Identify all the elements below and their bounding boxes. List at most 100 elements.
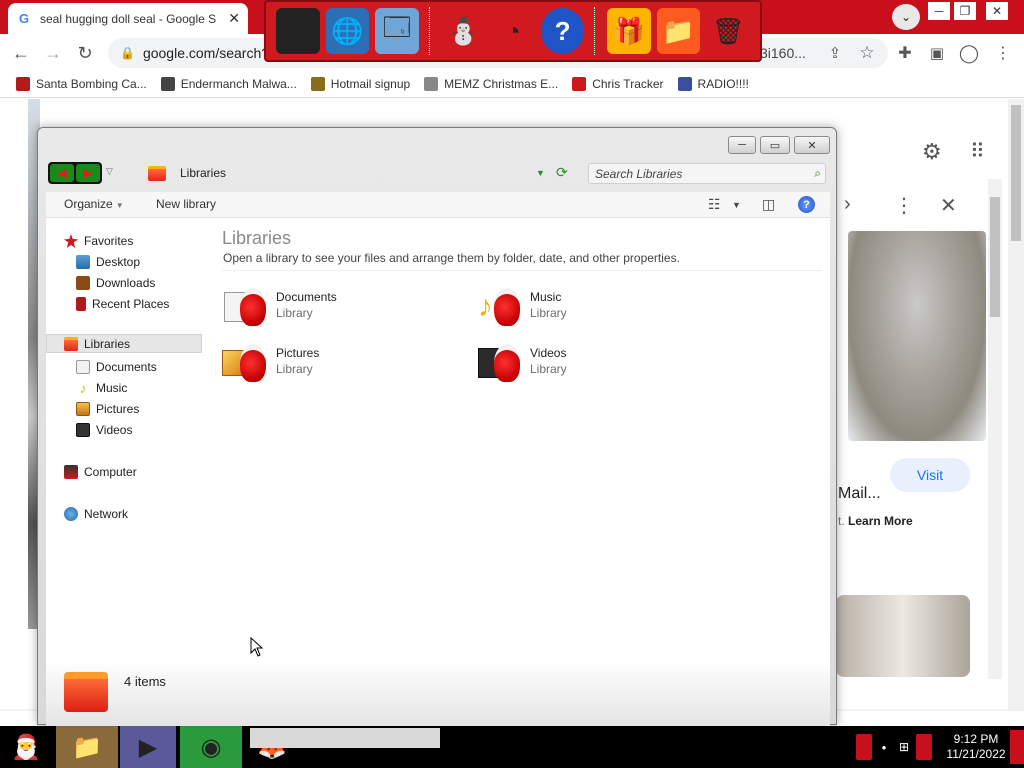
bookmark-label: Chris Tracker — [592, 76, 664, 91]
show-desktop-button[interactable] — [1010, 730, 1024, 764]
view-options-dropdown-icon[interactable]: ▼ — [732, 200, 741, 210]
volume-icon[interactable] — [916, 734, 932, 760]
explorer-minimize-icon[interactable]: ─ — [728, 136, 756, 154]
related-images[interactable] — [836, 595, 970, 677]
nav-network[interactable]: Network — [64, 507, 128, 521]
tab-search-dropdown-icon[interactable]: ⌄ — [892, 4, 920, 30]
nav-videos[interactable]: Videos — [76, 423, 132, 437]
taskbar-chrome-icon[interactable]: ◉ — [180, 726, 242, 768]
bookmark-memz-christmas[interactable]: MEMZ Christmas E... — [424, 76, 558, 91]
tray-red-icon[interactable] — [856, 734, 872, 760]
address-breadcrumb[interactable]: Libraries — [146, 162, 578, 184]
folder-icon[interactable]: 📁 — [656, 8, 701, 54]
navigation-pane: Favorites Desktop Downloads Recent Place… — [46, 218, 212, 664]
present-icon[interactable]: 🎁 — [607, 8, 651, 54]
bookmark-chris-tracker[interactable]: Chris Tracker — [572, 76, 664, 91]
recycle-bin-icon[interactable]: 🗑 — [706, 8, 750, 54]
nav-label: Videos — [96, 423, 133, 437]
taskbar: 🎅 📁 ▶ ◉ 🦊 ● ⊞ 9:12 PM 11/21/2022 — [0, 726, 1024, 768]
control-panel-icon[interactable]: 🗔 — [375, 8, 419, 54]
star-icon — [677, 76, 692, 91]
explorer-maximize-icon[interactable]: ▭ — [760, 136, 790, 154]
taskbar-blank-item[interactable] — [250, 728, 440, 748]
snowman-icon[interactable]: ⛄ — [442, 8, 486, 54]
nav-desktop[interactable]: Desktop — [76, 255, 140, 269]
more-options-icon[interactable]: ⋮ — [894, 193, 914, 218]
address-dropdown-icon[interactable]: ▼ — [536, 168, 545, 178]
change-view-icon[interactable]: ☷ — [708, 196, 721, 213]
nav-computer[interactable]: Computer — [64, 465, 137, 479]
taskbar-clock[interactable]: 9:12 PM 11/21/2022 — [944, 732, 1008, 762]
start-button-santa-icon[interactable]: 🎅 — [4, 726, 48, 768]
bookmark-star-icon[interactable]: ☆ — [854, 40, 880, 66]
nav-pictures[interactable]: Pictures — [76, 402, 139, 416]
share-icon[interactable]: ⇪ — [822, 40, 848, 66]
forward-button[interactable]: ▶ — [76, 164, 100, 182]
learn-more-link[interactable]: t. Learn More — [838, 514, 913, 528]
back-button[interactable]: ◀ — [50, 164, 74, 182]
refresh-icon[interactable]: ⟳ — [556, 164, 568, 181]
search-icon[interactable]: ⌕ — [814, 166, 821, 181]
panel-scrollbar[interactable] — [988, 179, 1002, 679]
help-icon[interactable]: ? — [798, 196, 815, 213]
nav-music[interactable]: ♪ Music — [76, 380, 128, 396]
library-name: Pictures — [276, 346, 320, 360]
close-icon[interactable]: ✕ — [940, 193, 957, 218]
nav-label: Desktop — [96, 255, 141, 269]
pictures-icon — [76, 402, 90, 416]
seal-hugging-doll-image[interactable] — [848, 231, 986, 441]
organize-button[interactable]: Organize ▼ — [64, 197, 124, 211]
tab-close-icon[interactable]: ✕ — [228, 10, 240, 27]
google-favicon-icon: G — [18, 11, 30, 26]
nav-favorites[interactable]: Favorites — [64, 234, 133, 248]
library-pictures[interactable]: Pictures Library — [222, 342, 422, 386]
apps-grid-icon[interactable]: ⠿ — [970, 139, 985, 164]
library-documents[interactable]: Documents Library — [222, 286, 422, 330]
details-pane: 4 items — [46, 664, 830, 726]
globe-icon[interactable]: 🌐 — [325, 8, 370, 54]
computer-santa-hat-icon[interactable]: 🖥 — [276, 8, 320, 54]
nav-recent-places[interactable]: Recent Places — [76, 297, 169, 311]
search-libraries-input[interactable]: Search Libraries ⌕ — [588, 163, 826, 184]
restore-window-icon[interactable]: ❐ — [954, 2, 976, 20]
browser-tab[interactable]: G seal hugging doll seal - Google S ✕ — [8, 3, 248, 34]
tray-dot-icon[interactable]: ● — [876, 734, 892, 760]
bookmark-hotmail-signup[interactable]: Hotmail signup — [310, 76, 410, 91]
network-icon[interactable]: ⊞ — [896, 734, 912, 760]
settings-gear-icon[interactable]: ⚙ — [922, 139, 942, 165]
library-music[interactable]: ♪ Music Library — [476, 286, 676, 330]
new-library-button[interactable]: New library — [156, 197, 216, 211]
nav-label: Network — [84, 507, 129, 521]
forward-arrow-icon[interactable]: → — [40, 40, 66, 66]
bookmark-santa-bombing[interactable]: Santa Bombing Ca... — [16, 76, 147, 91]
nav-libraries[interactable]: Libraries — [64, 337, 130, 351]
visit-button[interactable]: Visit — [890, 458, 970, 492]
browser-menu-icon[interactable]: ⋮ — [990, 40, 1016, 66]
page-vertical-scrollbar[interactable] — [1008, 99, 1024, 711]
address-bar-url-tail: 3i160... — [760, 45, 806, 61]
library-videos[interactable]: Videos Library — [476, 342, 676, 386]
profile-avatar-icon[interactable]: ◯ — [956, 40, 982, 66]
bookmark-endermanch[interactable]: Endermanch Malwa... — [160, 76, 297, 91]
help-icon[interactable]: ? — [540, 8, 585, 54]
back-arrow-icon[interactable]: ← — [8, 40, 34, 66]
browser-tab-title: seal hugging doll seal - Google S — [40, 11, 217, 26]
nav-downloads[interactable]: Downloads — [76, 276, 155, 290]
extensions-puzzle-icon[interactable]: ✚ — [892, 40, 918, 66]
recent-pages-dropdown-icon[interactable]: ▽ — [106, 166, 113, 177]
nav-documents[interactable]: Documents — [76, 360, 157, 374]
windows-logo-icon[interactable]: ◔ — [491, 8, 535, 54]
reload-icon[interactable]: ↻ — [72, 40, 98, 66]
bookmark-label: Santa Bombing Ca... — [36, 76, 147, 91]
taskbar-media-player-icon[interactable]: ▶ — [120, 726, 176, 768]
result-title[interactable]: Mail... — [838, 485, 881, 503]
chevron-right-icon[interactable]: › — [844, 193, 851, 216]
breadcrumb-libraries[interactable]: Libraries — [180, 166, 226, 180]
minimize-window-icon[interactable]: ─ — [928, 2, 950, 20]
explorer-close-icon[interactable]: ✕ — [794, 136, 830, 154]
bookmark-radio[interactable]: RADIO!!!! — [677, 76, 749, 91]
taskbar-explorer-icon[interactable]: 📁 — [56, 726, 118, 768]
preview-pane-icon[interactable]: ◫ — [762, 196, 775, 213]
side-panel-icon[interactable]: ▣ — [924, 40, 950, 66]
close-window-icon[interactable]: ✕ — [986, 2, 1008, 20]
